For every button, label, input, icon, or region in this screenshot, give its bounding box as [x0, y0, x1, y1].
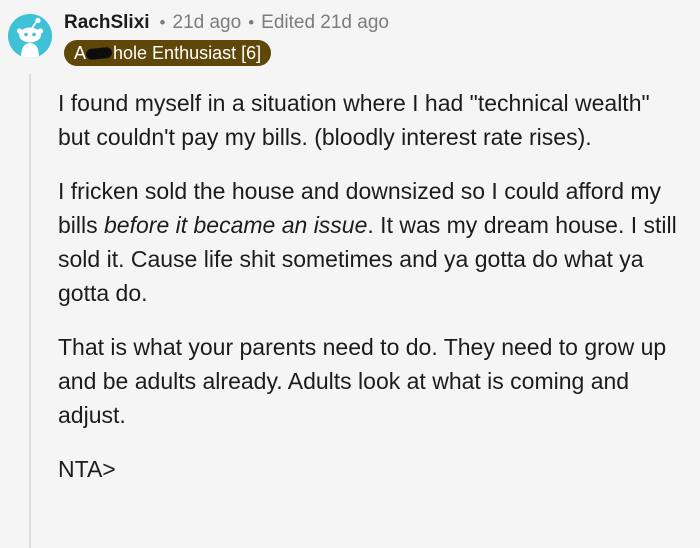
comment-paragraph: I found myself in a situation where I ha… [58, 90, 650, 150]
comment-paragraph: I fricken sold the house and downsized s… [58, 174, 688, 310]
reddit-snoo-icon [8, 14, 52, 58]
redaction-mark [85, 46, 113, 60]
comment-paragraph: NTA> [58, 456, 116, 482]
flair-suffix: hole Enthusiast [6] [113, 43, 262, 63]
separator-dot: • [159, 13, 166, 32]
posted-time: 21d ago [172, 12, 242, 33]
comment-header: RachSlixi • 21d ago • Edited 21d ago [64, 12, 389, 34]
user-flair: Ahole Enthusiast [6] [64, 40, 272, 66]
comment-paragraph: That is what your parents need to do. Th… [58, 334, 667, 428]
username[interactable]: RachSlixi [64, 12, 150, 34]
user-avatar[interactable] [8, 14, 52, 58]
emphasis-text: before it became an issue [104, 212, 368, 238]
flair-prefix: A [74, 43, 87, 63]
thread-line[interactable] [29, 74, 31, 548]
comment-body: I found myself in a situation where I ha… [58, 86, 688, 506]
edited-label: Edited 21d ago [261, 12, 389, 33]
separator-dot: • [248, 13, 255, 32]
